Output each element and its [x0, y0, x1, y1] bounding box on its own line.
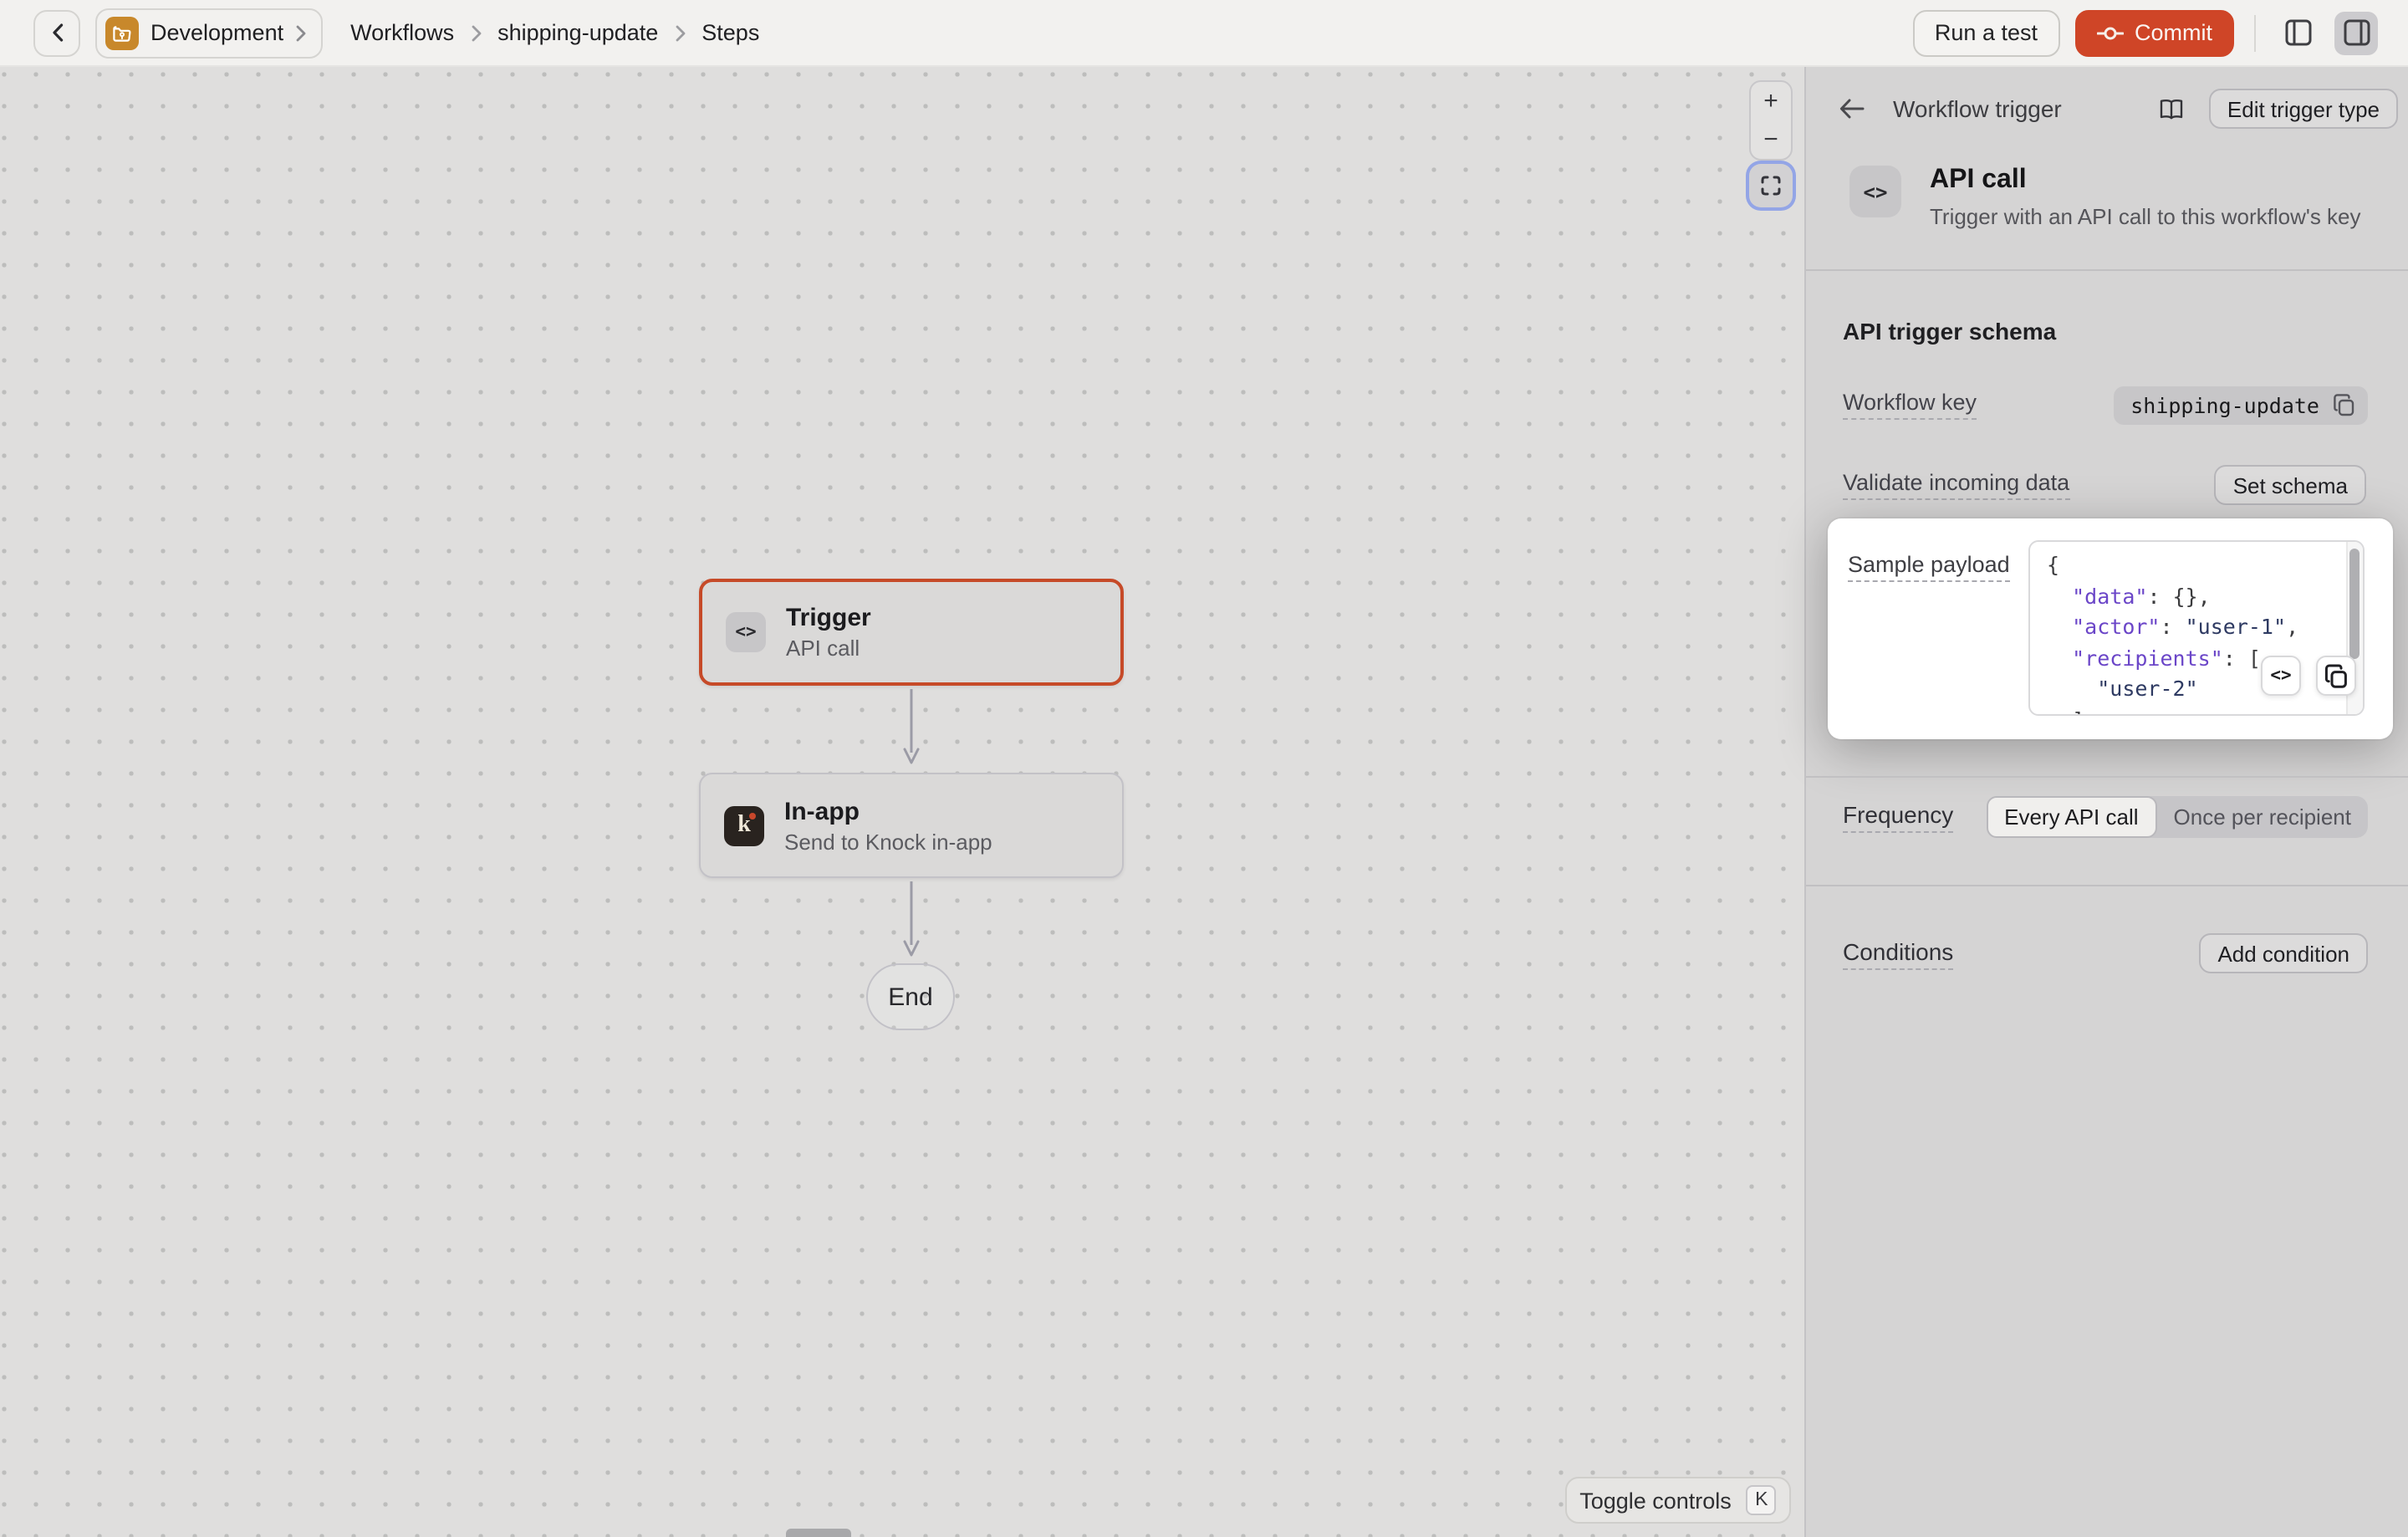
- frequency-segmented-control: Every API call Once per recipient: [1986, 796, 2368, 838]
- format-code-button[interactable]: <>: [2261, 656, 2301, 696]
- workflow-key-label: Workflow key: [1843, 390, 1977, 420]
- workflow-trigger-panel: Workflow trigger Edit trigger type <> AP…: [1804, 67, 2408, 1537]
- environment-label: Development: [150, 20, 283, 45]
- section-divider: [1806, 885, 2408, 886]
- toggle-left-panel-button[interactable]: [2276, 11, 2319, 54]
- workflow-editor-app: Development Workflows shipping-update St…: [0, 0, 2408, 1537]
- panel-left-icon: [2283, 18, 2312, 47]
- inapp-node-texts: In-app Send to Knock in-app: [784, 797, 992, 854]
- breadcrumb-workflow-key[interactable]: shipping-update: [497, 20, 658, 45]
- chevron-right-icon: [471, 24, 481, 41]
- panel-header: Workflow trigger Edit trigger type: [1806, 67, 2408, 151]
- chevron-right-icon: [295, 24, 305, 41]
- run-test-button[interactable]: Run a test: [1913, 9, 2059, 56]
- copy-workflow-key-button[interactable]: [2333, 393, 2354, 416]
- inapp-node-subtitle: Send to Knock in-app: [784, 829, 992, 854]
- trigger-node-subtitle: API call: [786, 636, 871, 661]
- trigger-type-description: Trigger with an API call to this workflo…: [1930, 204, 2361, 229]
- edge-inapp-to-end: [901, 881, 921, 958]
- edge-trigger-to-inapp: [901, 689, 921, 766]
- end-node[interactable]: End: [866, 963, 955, 1030]
- breadcrumb-steps[interactable]: Steps: [701, 20, 759, 45]
- breadcrumb: Workflows shipping-update Steps: [350, 20, 759, 45]
- git-commit-icon: [2096, 24, 2123, 41]
- book-icon: [2159, 98, 2184, 120]
- end-node-label: End: [888, 983, 932, 1011]
- panel-back-button[interactable]: [1833, 92, 1871, 125]
- sample-payload-editor[interactable]: { "data": {}, "actor": "user-1", "recipi…: [2028, 540, 2365, 716]
- panel-title: Workflow trigger: [1893, 95, 2062, 122]
- workflow-canvas[interactable]: <> Trigger API call k In-app Send to Kno…: [0, 67, 1804, 1537]
- frequency-row: Frequency Every API call Once per recipi…: [1843, 796, 2368, 838]
- edit-trigger-type-button[interactable]: Edit trigger type: [2209, 89, 2398, 129]
- docs-button[interactable]: [2152, 91, 2191, 126]
- code-icon: <>: [1849, 166, 1901, 217]
- fit-view-icon: [1761, 176, 1781, 196]
- knock-logo-icon: k: [724, 805, 764, 845]
- panel-right-icon: [2342, 18, 2370, 47]
- add-condition-button[interactable]: Add condition: [2199, 933, 2368, 973]
- frequency-label: Frequency: [1843, 801, 1953, 833]
- frequency-option-once-per-recipient[interactable]: Once per recipient: [2157, 796, 2368, 838]
- set-schema-button[interactable]: Set schema: [2215, 465, 2366, 505]
- sample-payload-spotlight: Sample payload { "data": {}, "actor": "u…: [1828, 518, 2393, 739]
- topbar-divider: [2254, 14, 2256, 51]
- trigger-node-texts: Trigger API call: [786, 604, 871, 661]
- schema-section-heading: API trigger schema: [1843, 318, 2056, 345]
- workflow-key-value: shipping-update: [2130, 392, 2319, 417]
- keyboard-shortcut-badge: K: [1747, 1485, 1777, 1515]
- conditions-row: Conditions Add condition: [1843, 933, 2368, 973]
- breadcrumb-workflows[interactable]: Workflows: [350, 20, 454, 45]
- json-code: { "data": {}, "actor": "user-1", "recipi…: [2030, 542, 2363, 716]
- chevron-left-icon: [51, 23, 63, 42]
- toggle-controls-button[interactable]: Toggle controls K: [1565, 1477, 1791, 1524]
- toggle-controls-label: Toggle controls: [1579, 1488, 1732, 1513]
- topbar-right: Run a test Commit: [1913, 9, 2378, 56]
- trigger-node-title: Trigger: [786, 604, 871, 632]
- inapp-node-title: In-app: [784, 797, 992, 825]
- fit-view-button[interactable]: [1749, 164, 1793, 207]
- toggle-right-panel-button[interactable]: [2334, 11, 2378, 54]
- inapp-node[interactable]: k In-app Send to Knock in-app: [699, 773, 1124, 878]
- topbar: Development Workflows shipping-update St…: [0, 0, 2408, 67]
- editor-scrollbar-thumb[interactable]: [2349, 549, 2360, 659]
- copy-payload-button[interactable]: [2316, 656, 2356, 696]
- chevron-right-icon: [675, 24, 685, 41]
- conditions-label: Conditions: [1843, 937, 1953, 969]
- copy-icon: [2324, 663, 2348, 688]
- section-divider: [1806, 776, 2408, 778]
- trigger-node[interactable]: <> Trigger API call: [699, 579, 1124, 686]
- section-divider: [1806, 269, 2408, 271]
- commit-button[interactable]: Commit: [2074, 9, 2234, 56]
- zoom-out-button[interactable]: −: [1751, 120, 1791, 159]
- toast-peek: [786, 1529, 851, 1537]
- trigger-type-summary: <> API call Trigger with an API call to …: [1849, 166, 2361, 229]
- validate-label: Validate incoming data: [1843, 470, 2069, 500]
- zoom-controls: + −: [1749, 80, 1793, 161]
- trigger-type-title: API call: [1930, 166, 2361, 196]
- environment-switcher[interactable]: Development: [95, 8, 322, 58]
- workflow-key-pill: shipping-update: [2114, 386, 2368, 424]
- back-button[interactable]: [33, 9, 80, 56]
- trigger-type-texts: API call Trigger with an API call to thi…: [1930, 166, 2361, 229]
- code-icon: <>: [726, 612, 766, 652]
- workflow-key-row: Workflow key shipping-update: [1843, 385, 2368, 425]
- validate-row: Validate incoming data Set schema: [1843, 465, 2366, 505]
- sample-payload-label: Sample payload: [1848, 552, 2010, 582]
- arrow-left-icon: [1839, 99, 1865, 119]
- copy-icon: [2333, 393, 2354, 416]
- commit-button-label: Commit: [2135, 20, 2212, 45]
- zoom-in-button[interactable]: +: [1751, 82, 1791, 120]
- topbar-left: Development Workflows shipping-update St…: [33, 8, 759, 58]
- environment-folder-icon: [105, 16, 139, 49]
- knock-dot: [749, 812, 756, 819]
- frequency-option-every-api-call[interactable]: Every API call: [1986, 796, 2156, 838]
